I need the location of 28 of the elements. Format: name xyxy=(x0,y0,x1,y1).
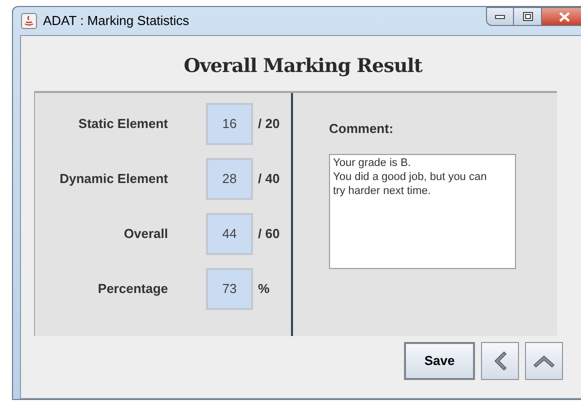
score-label: Overall xyxy=(122,224,168,243)
score-maximum: % xyxy=(258,280,270,298)
up-button[interactable] xyxy=(525,342,563,380)
score-value-field: 28 xyxy=(206,158,253,200)
score-label: Dynamic Element xyxy=(58,170,168,188)
minimize-icon xyxy=(495,14,505,18)
close-button[interactable] xyxy=(541,7,581,26)
app-icon xyxy=(21,13,37,29)
close-icon xyxy=(559,12,570,22)
minimize-button[interactable] xyxy=(486,7,514,26)
chevron-left-icon xyxy=(492,350,508,372)
comment-text-area[interactable]: Your grade is B. You did a good job, but you can try harder next time. xyxy=(329,154,516,269)
score-maximum: / 60 xyxy=(258,224,280,243)
page-heading: Overall Marking Result xyxy=(184,54,422,79)
score-maximum: / 40 xyxy=(258,170,280,188)
score-value-field: 16 xyxy=(206,102,253,144)
score-value-field: 73 xyxy=(206,268,253,310)
window-title: ADAT : Marking Statistics xyxy=(43,12,190,30)
chevron-up-icon xyxy=(532,352,556,368)
score-label: Static Element xyxy=(77,114,168,133)
back-button[interactable] xyxy=(481,342,519,380)
score-label: Percentage xyxy=(96,280,168,298)
score-value-field: 44 xyxy=(206,212,253,254)
save-button[interactable]: Save xyxy=(404,342,475,380)
maximize-button[interactable] xyxy=(514,7,541,26)
score-maximum: / 20 xyxy=(258,114,280,133)
maximize-icon xyxy=(522,12,532,21)
comment-label: Comment: xyxy=(329,120,394,138)
